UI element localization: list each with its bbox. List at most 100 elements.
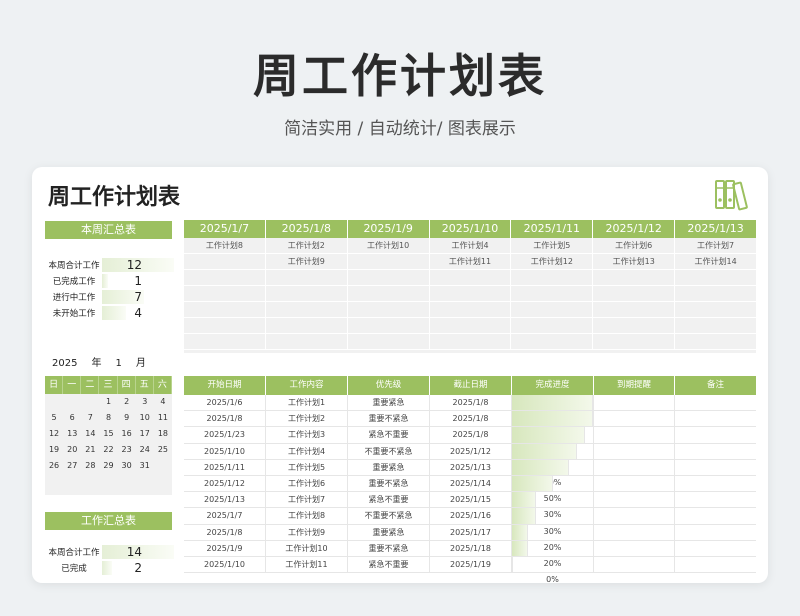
- priority-cell[interactable]: 重要紧急: [348, 395, 430, 411]
- due-date-cell[interactable]: 2025/1/16: [430, 508, 512, 524]
- progress-cell[interactable]: 90%: [512, 427, 594, 455]
- priority-cell[interactable]: 紧急不重要: [348, 492, 430, 508]
- week-task-cell[interactable]: [675, 286, 757, 302]
- priority-cell[interactable]: 不重要不紧急: [348, 443, 430, 459]
- content-cell[interactable]: 工作计划11: [266, 556, 348, 573]
- calendar-day[interactable]: 11: [154, 410, 172, 426]
- calendar-day[interactable]: 31: [136, 458, 154, 474]
- content-cell[interactable]: 工作计划9: [266, 524, 348, 540]
- calendar-day[interactable]: 21: [81, 442, 99, 458]
- progress-cell[interactable]: 100%: [512, 395, 594, 422]
- week-task-cell[interactable]: 工作计划12: [511, 254, 593, 270]
- priority-cell[interactable]: 重要不紧急: [348, 411, 430, 427]
- note-cell[interactable]: [675, 541, 756, 556]
- note-cell[interactable]: [675, 427, 756, 442]
- note-cell[interactable]: [675, 476, 756, 491]
- due-date-cell[interactable]: 2025/1/8: [430, 411, 512, 427]
- week-task-cell[interactable]: [429, 270, 511, 286]
- due-date-cell[interactable]: 2025/1/15: [430, 492, 512, 508]
- week-task-cell[interactable]: [347, 334, 429, 350]
- week-task-cell[interactable]: 工作计划14: [675, 254, 757, 270]
- progress-cell[interactable]: 70%: [512, 459, 594, 487]
- content-cell[interactable]: 工作计划8: [266, 508, 348, 524]
- note-cell[interactable]: [675, 492, 756, 507]
- week-task-cell[interactable]: [675, 318, 757, 334]
- week-task-cell[interactable]: [184, 334, 265, 350]
- reminder-cell[interactable]: [594, 475, 675, 492]
- due-date-cell[interactable]: 2025/1/17: [430, 524, 512, 540]
- week-task-cell[interactable]: [511, 334, 593, 350]
- due-date-cell[interactable]: 2025/1/8: [430, 395, 512, 411]
- week-task-cell[interactable]: [429, 334, 511, 350]
- calendar-day[interactable]: 20: [63, 442, 81, 458]
- week-task-cell[interactable]: [184, 286, 265, 302]
- progress-cell[interactable]: 20%: [512, 540, 594, 568]
- calendar-day[interactable]: 22: [99, 442, 117, 458]
- calendar-day[interactable]: 8: [99, 410, 117, 426]
- calendar-day[interactable]: 2: [118, 394, 136, 410]
- content-cell[interactable]: 工作计划3: [266, 427, 348, 443]
- week-task-cell[interactable]: 工作计划13: [593, 254, 675, 270]
- progress-cell[interactable]: 0%: [512, 556, 594, 583]
- reminder-cell[interactable]: [594, 411, 675, 427]
- calendar-day[interactable]: 19: [45, 442, 63, 458]
- reminder-cell[interactable]: [594, 556, 675, 573]
- reminder-cell[interactable]: [594, 492, 675, 508]
- week-task-cell[interactable]: [429, 318, 511, 334]
- progress-cell[interactable]: 20%: [512, 524, 594, 552]
- calendar-day[interactable]: 9: [118, 410, 136, 426]
- week-task-cell[interactable]: [675, 302, 757, 318]
- priority-cell[interactable]: 紧急不重要: [348, 427, 430, 443]
- priority-cell[interactable]: 重要不紧急: [348, 540, 430, 556]
- week-task-cell[interactable]: 工作计划5: [511, 238, 593, 254]
- week-task-cell[interactable]: [265, 334, 347, 350]
- reminder-cell[interactable]: [594, 395, 675, 411]
- start-date-cell[interactable]: 2025/1/7: [184, 508, 266, 524]
- content-cell[interactable]: 工作计划4: [266, 443, 348, 459]
- week-task-cell[interactable]: [347, 270, 429, 286]
- week-task-cell[interactable]: 工作计划10: [347, 238, 429, 254]
- calendar-day[interactable]: 15: [99, 426, 117, 442]
- reminder-cell[interactable]: [594, 540, 675, 556]
- start-date-cell[interactable]: 2025/1/12: [184, 475, 266, 492]
- start-date-cell[interactable]: 2025/1/8: [184, 411, 266, 427]
- progress-cell[interactable]: 100%: [512, 411, 594, 438]
- content-cell[interactable]: 工作计划2: [266, 411, 348, 427]
- week-task-cell[interactable]: 工作计划7: [675, 238, 757, 254]
- progress-cell[interactable]: 50%: [512, 475, 594, 503]
- note-cell[interactable]: [675, 525, 756, 540]
- week-task-cell[interactable]: [593, 302, 675, 318]
- calendar-day[interactable]: 30: [118, 458, 136, 474]
- week-task-cell[interactable]: [511, 302, 593, 318]
- calendar-day[interactable]: 25: [154, 442, 172, 458]
- week-task-cell[interactable]: [347, 286, 429, 302]
- start-date-cell[interactable]: 2025/1/10: [184, 443, 266, 459]
- calendar-day[interactable]: 17: [136, 426, 154, 442]
- reminder-cell[interactable]: [594, 443, 675, 459]
- week-task-cell[interactable]: [511, 270, 593, 286]
- reminder-cell[interactable]: [594, 427, 675, 443]
- calendar-day[interactable]: 6: [63, 410, 81, 426]
- calendar-day[interactable]: 10: [136, 410, 154, 426]
- calendar-day[interactable]: 26: [45, 458, 63, 474]
- priority-cell[interactable]: 不重要不紧急: [348, 508, 430, 524]
- week-task-cell[interactable]: [184, 254, 265, 270]
- progress-cell[interactable]: 30%: [512, 508, 594, 536]
- due-date-cell[interactable]: 2025/1/19: [430, 556, 512, 573]
- content-cell[interactable]: 工作计划7: [266, 492, 348, 508]
- week-task-cell[interactable]: [347, 318, 429, 334]
- due-date-cell[interactable]: 2025/1/12: [430, 443, 512, 459]
- start-date-cell[interactable]: 2025/1/11: [184, 459, 266, 475]
- progress-cell[interactable]: 80%: [512, 443, 594, 471]
- start-date-cell[interactable]: 2025/1/6: [184, 395, 266, 411]
- week-task-cell[interactable]: 工作计划8: [184, 238, 265, 254]
- week-task-cell[interactable]: [675, 334, 757, 350]
- start-date-cell[interactable]: 2025/1/8: [184, 524, 266, 540]
- week-task-cell[interactable]: [593, 270, 675, 286]
- week-task-cell[interactable]: [184, 302, 265, 318]
- calendar-day[interactable]: 13: [63, 426, 81, 442]
- week-task-cell[interactable]: 工作计划11: [429, 254, 511, 270]
- start-date-cell[interactable]: 2025/1/10: [184, 556, 266, 573]
- reminder-cell[interactable]: [594, 508, 675, 524]
- content-cell[interactable]: 工作计划1: [266, 395, 348, 411]
